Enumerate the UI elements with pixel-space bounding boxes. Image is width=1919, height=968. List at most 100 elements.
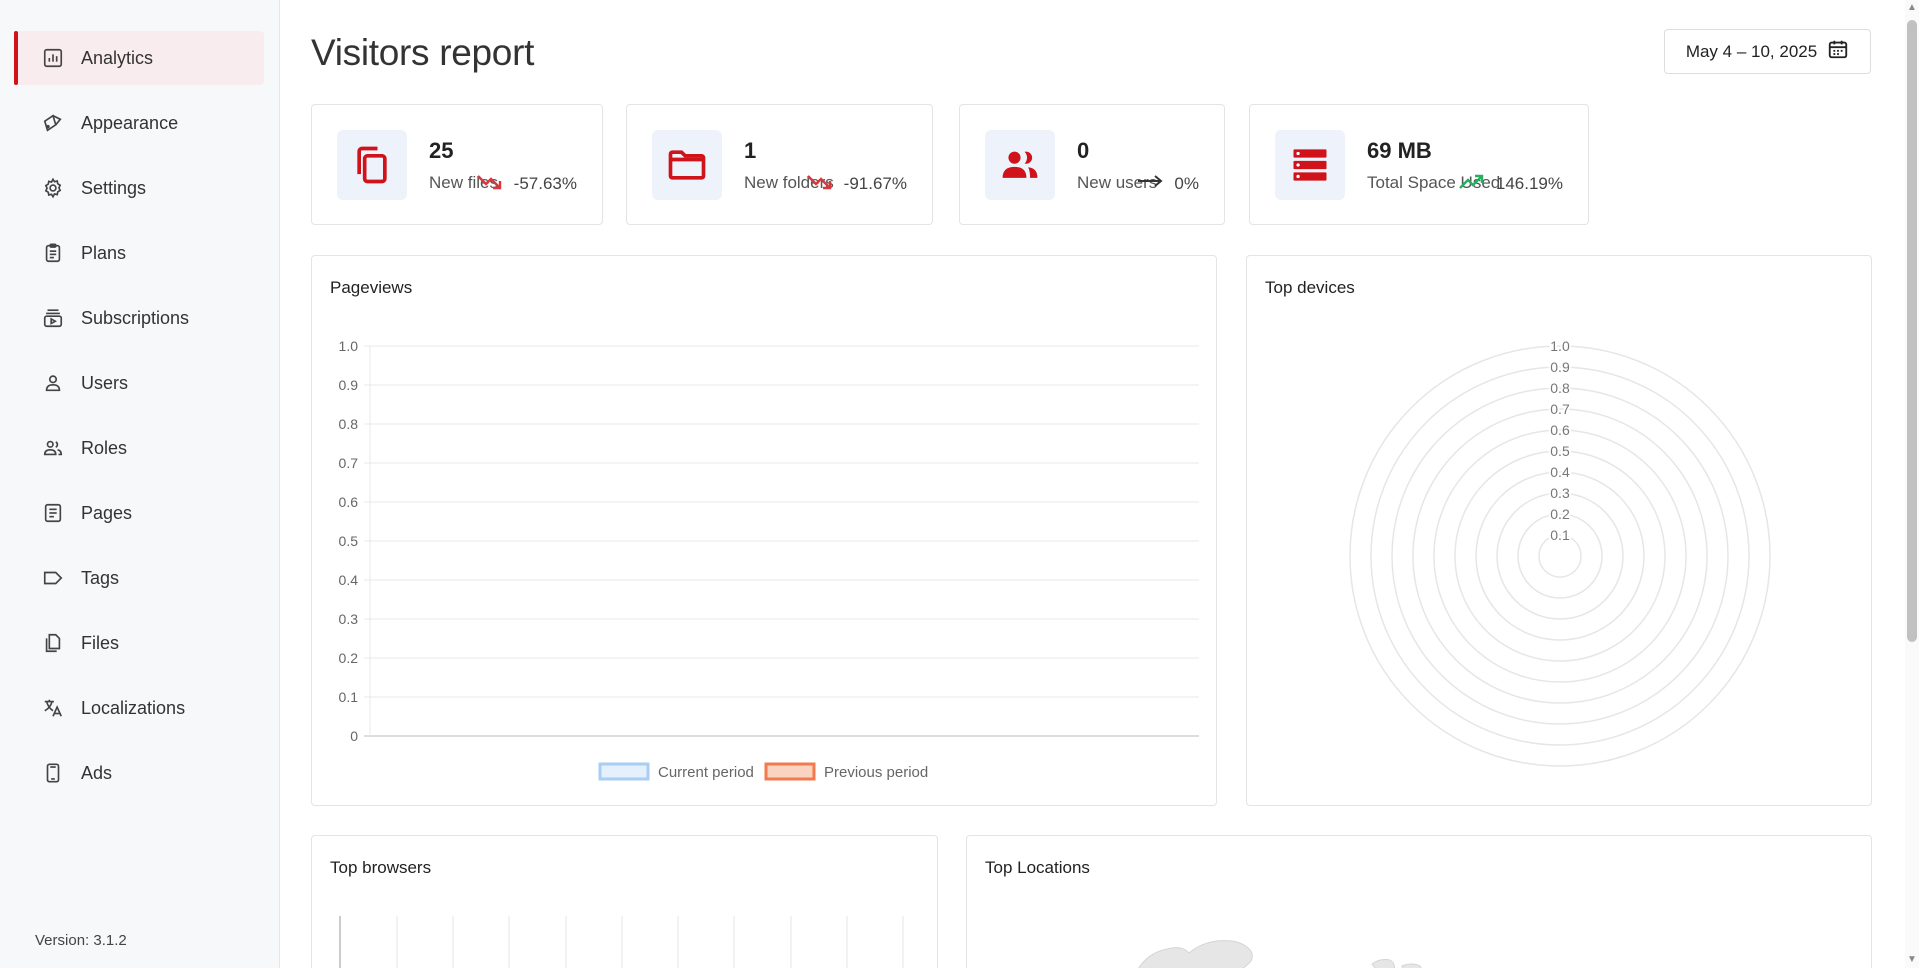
sidebar-item-appearance[interactable]: Appearance (14, 96, 264, 150)
legend-swatch (764, 762, 816, 781)
top-browsers-chart (339, 916, 904, 968)
top-devices-card: Top devices 0.1 0.2 0.3 0.4 0.5 0.6 0.7 0.8 0.9 1… (1246, 255, 1872, 806)
sidebar-item-label: Pages (81, 502, 133, 523)
pageviews-card: Pageviews 0 0.1 0.2 0.3 0.4 0.5 0.6 0.7 0.8 0.9 1.… (311, 255, 1217, 806)
stat-change-value: 146.19% (1495, 173, 1563, 193)
subscriptions-icon (42, 307, 64, 329)
scrollbar-thumb[interactable] (1907, 20, 1917, 642)
stat-change: -57.63% (476, 171, 577, 196)
legend-label[interactable]: Previous period (824, 764, 928, 781)
page-icon (42, 502, 64, 524)
sidebar-item-label: Users (81, 372, 129, 393)
scroll-down-arrow[interactable]: ▼ (1907, 954, 1917, 966)
folder-icon (652, 130, 722, 200)
trend-up-icon (1458, 171, 1486, 196)
r-tick-label: 0.6 (1550, 422, 1570, 438)
r-tick-label: 0.5 (1550, 443, 1570, 459)
sidebar-item-label: Appearance (81, 112, 179, 133)
version-label: Version: 3.1.2 (35, 932, 127, 949)
stat-change: 146.19% (1458, 171, 1563, 196)
scrollbar[interactable]: ▲ ▼ (1905, 0, 1919, 968)
r-tick-label: 0.8 (1550, 380, 1570, 396)
stat-change: -91.67% (806, 171, 907, 196)
r-tick-label: 0.2 (1550, 506, 1570, 522)
radar-ring (1454, 450, 1666, 662)
legend-swatch (598, 762, 650, 781)
r-tick-label: 0.3 (1550, 485, 1570, 501)
top-devices-chart: 0.1 0.2 0.3 0.4 0.5 0.6 0.7 0.8 0.9 1.0 (1349, 336, 1771, 767)
tag-icon (42, 567, 64, 589)
sidebar: Analytics Appearance Settings Plans Subscrip… (0, 0, 280, 968)
main-content: Visitors report May 4 – 10, 2025 25 New f… (281, 0, 1905, 968)
world-map (1138, 940, 1422, 968)
y-tick-label: 0.3 (339, 611, 359, 627)
y-tick-label: 0.2 (339, 650, 359, 666)
radar-ring (1391, 387, 1729, 725)
sidebar-item-localizations[interactable]: Localizations (14, 681, 264, 735)
sidebar-item-label: Subscriptions (81, 307, 190, 328)
stat-change-value: -91.67% (843, 173, 907, 193)
files-icon (42, 632, 64, 654)
sidebar-item-label: Roles (81, 437, 128, 458)
calendar-icon (1827, 38, 1849, 65)
legend-label[interactable]: Current period (658, 764, 754, 781)
sidebar-item-ads[interactable]: Ads (14, 746, 264, 800)
stat-card-new-folders: 1 New folders -91.67% (626, 104, 933, 225)
stat-value: 0 (1077, 138, 1090, 163)
sidebar-item-label: Ads (81, 762, 113, 783)
stat-value: 25 (429, 138, 454, 163)
stat-change-value: -57.63% (513, 173, 577, 193)
date-range-picker[interactable]: May 4 – 10, 2025 (1664, 29, 1871, 74)
trend-flat-icon (1136, 171, 1164, 196)
scroll-up-arrow[interactable]: ▲ (1907, 2, 1917, 14)
y-tick-label: 0.9 (339, 377, 359, 393)
sidebar-item-label: Plans (81, 242, 127, 263)
sidebar-item-subscriptions[interactable]: Subscriptions (14, 291, 264, 345)
gear-icon (42, 177, 64, 199)
stat-value: 69 MB (1367, 138, 1432, 163)
translate-icon (42, 697, 64, 719)
brush-icon (42, 112, 64, 134)
sidebar-item-roles[interactable]: Roles (14, 421, 264, 475)
sidebar-item-users[interactable]: Users (14, 356, 264, 410)
r-tick-label: 0.1 (1550, 527, 1570, 543)
sidebar-item-pages[interactable]: Pages (14, 486, 264, 540)
sidebar-item-label: Settings (81, 177, 147, 198)
y-tick-label: 0.7 (339, 455, 359, 471)
sidebar-item-plans[interactable]: Plans (14, 226, 264, 280)
stat-change: 0% (1136, 171, 1199, 196)
clipboard-icon (42, 242, 64, 264)
trend-down-icon (476, 171, 504, 196)
pageviews-chart: 0 0.1 0.2 0.3 0.4 0.5 0.6 0.7 0.8 0.9 1.0 Current p… (339, 338, 1199, 781)
trend-down-icon (806, 171, 834, 196)
group-icon (42, 437, 64, 459)
y-tick-label: 0.6 (339, 494, 359, 510)
r-tick-label: 1.0 (1550, 338, 1570, 354)
r-tick-label: 0.7 (1550, 401, 1570, 417)
sidebar-item-tags[interactable]: Tags (14, 551, 264, 605)
sidebar-item-analytics[interactable]: Analytics (14, 31, 264, 85)
stat-value: 1 (744, 138, 757, 163)
y-tick-label: 0.4 (339, 572, 359, 588)
stat-card-new-users: 0 New users 0% (959, 104, 1225, 225)
sidebar-item-label: Analytics (81, 47, 154, 68)
sidebar-item-settings[interactable]: Settings (14, 161, 264, 215)
stat-change-value: 0% (1174, 173, 1199, 193)
stat-card-total-space: 69 MB Total Space Used 146.19% (1249, 104, 1589, 225)
sidebar-item-label: Tags (81, 567, 120, 588)
storage-icon (1275, 130, 1345, 200)
sidebar-nav: Analytics Appearance Settings Plans Subscrip… (14, 31, 264, 811)
y-tick-label: 0.5 (339, 533, 359, 549)
sidebar-item-files[interactable]: Files (14, 616, 264, 670)
users-icon (985, 130, 1055, 200)
y-tick-label: 0 (350, 728, 358, 744)
y-tick-label: 0.8 (339, 416, 359, 432)
r-tick-label: 0.4 (1550, 464, 1570, 480)
copy-icon (337, 130, 407, 200)
stat-card-new-files: 25 New files -57.63% (311, 104, 603, 225)
y-tick-label: 0.1 (339, 689, 359, 705)
top-locations-card: Top Locations (966, 835, 1872, 968)
top-browsers-card: Top browsers (311, 835, 938, 968)
phone-icon (42, 762, 64, 784)
page-title: Visitors report (311, 32, 535, 73)
